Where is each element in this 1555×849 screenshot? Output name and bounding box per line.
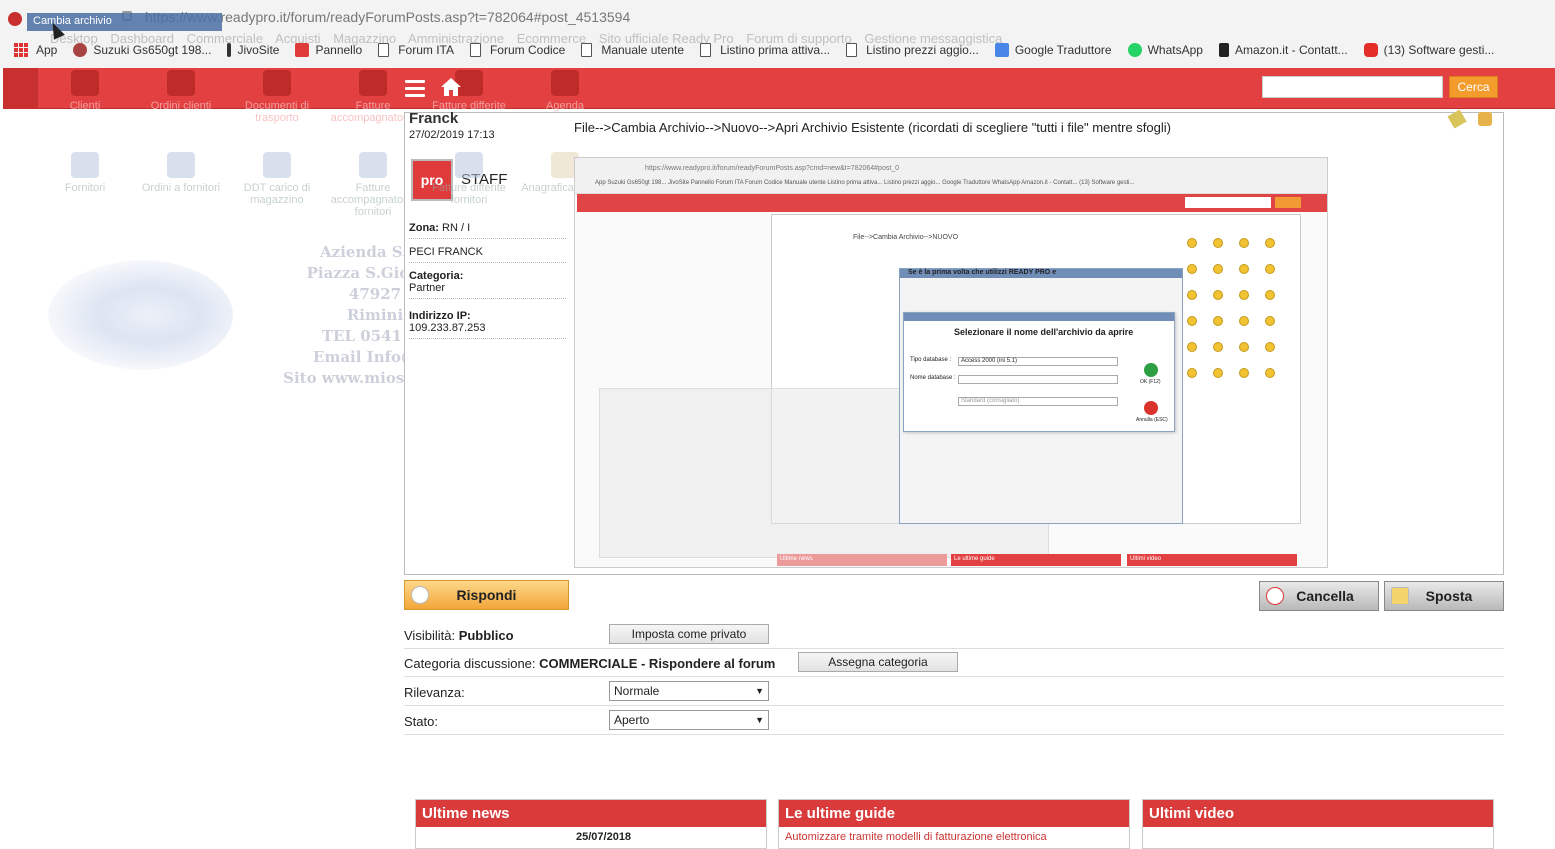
shot-cancel-icon (1144, 401, 1158, 415)
shot-open-archive-dialog: Se è la prima volta che utilizzi READY P… (903, 269, 1175, 432)
delete-icon (1266, 587, 1284, 605)
bookmark-google-traduttore[interactable]: Google Traduttore (994, 43, 1112, 57)
bookmark-jivosite[interactable]: JivoSite (227, 43, 279, 57)
reply-icon (411, 586, 429, 604)
post-author[interactable]: Franck (409, 110, 458, 127)
shot-url: https://www.readypro.it/forum/readyForum… (645, 165, 900, 172)
bookmark-label: Listino prima attiva... (720, 43, 831, 57)
bookmark-label: JivoSite (237, 43, 280, 57)
bookmark-listino-prezzi[interactable]: Listino prezzi aggio... (846, 43, 979, 57)
eye-watermark-image (48, 260, 233, 370)
bookmarks-bar: App Suzuki Gs650gt 198... JivoSite Panne… (14, 41, 1510, 59)
state-select[interactable]: Aperto ▼ (609, 710, 769, 730)
bookmark-label: Google Traduttore (1014, 43, 1112, 57)
bookmark-listino-prima[interactable]: Listino prima attiva... (700, 43, 830, 57)
bookmark-youtube[interactable]: (13) Software gesti... (1363, 43, 1495, 57)
bookmark-label: WhatsApp (1147, 43, 1203, 57)
shot-ok-icon (1144, 363, 1158, 377)
latest-news-box: Ultime news 25/07/2018 (415, 799, 767, 849)
ghost-icon-ordini-clienti: Ordini clienti (133, 70, 229, 112)
author-category: Categoria: Partner (409, 270, 566, 299)
ghost-icon-agenda: Agenda (517, 70, 613, 112)
bookmark-label: Forum Codice (489, 43, 566, 57)
shot-bookmarks: App Suzuki Gs650gt 198... JivoSite Panne… (595, 180, 1135, 186)
bookmark-label: Manuale utente (601, 43, 685, 57)
doc-icon (469, 43, 481, 57)
shot-emoticons (1185, 236, 1293, 386)
bookmark-pannello[interactable]: Pannello (295, 43, 362, 57)
relevance-row: Rilevanza: Normale ▼ (404, 677, 1504, 706)
ghost-icon-fatture-differite: Fatture differite (421, 70, 517, 112)
google-translate-icon (994, 43, 1009, 57)
delete-button[interactable]: Cancella (1259, 581, 1379, 611)
home-icon[interactable] (440, 76, 462, 98)
delete-post-icon[interactable] (1478, 112, 1492, 126)
category-row: Categoria discussione: COMMERCIALE - Ris… (404, 648, 1504, 677)
bookmark-label: Pannello (315, 43, 363, 57)
ghost-icon-fatture-differite-fornitori: Fatture differite fornitori (421, 152, 517, 206)
whatsapp-icon (1127, 43, 1142, 57)
relevance-select[interactable]: Normale ▼ (609, 681, 769, 701)
suzuki-icon (73, 43, 88, 57)
visibility-row: Visibilità: Pubblico Imposta come privat… (404, 620, 1504, 649)
doc-icon (378, 43, 390, 57)
search-input[interactable] (1262, 76, 1443, 98)
doc-icon (581, 43, 593, 57)
back-icon[interactable] (8, 12, 22, 26)
youtube-icon (1363, 43, 1378, 57)
bookmark-amazon[interactable]: Amazon.it - Contatt... (1218, 43, 1348, 57)
author-ip: Indirizzo IP: 109.233.87.253 (409, 310, 566, 339)
ghost-icon-ddt-carico: DDT carico di magazzino (229, 152, 325, 206)
bookmark-label: Amazon.it - Contatt... (1234, 43, 1348, 57)
post-message: File-->Cambia Archivio-->Nuovo-->Apri Ar… (574, 120, 1171, 135)
bookmark-suzuki[interactable]: Suzuki Gs650gt 198... (73, 43, 211, 57)
bookmark-label: Forum ITA (398, 43, 454, 57)
assign-category-button[interactable]: Assegna categoria (798, 652, 958, 672)
bookmark-forum-ita[interactable]: Forum ITA (378, 43, 454, 57)
bookmark-label: Listino prezzi aggio... (866, 43, 979, 57)
doc-icon (846, 43, 858, 57)
latest-guides-box: Le ultime guide Automizzare tramite mode… (778, 799, 1130, 849)
bookmark-label: (13) Software gesti... (1383, 43, 1495, 57)
guide-link[interactable]: Automizzare tramite modelli di fatturazi… (779, 827, 1129, 847)
move-icon (1391, 587, 1409, 605)
author-zone: Zona: RN / I (409, 222, 566, 239)
embedded-screenshot: https://www.readypro.it/forum/readyForum… (574, 157, 1328, 568)
jivosite-icon (227, 43, 232, 57)
ghost-icon-documenti-trasporto: Documenti di trasporto (229, 70, 325, 124)
doc-icon (700, 43, 712, 57)
pro-icon (295, 43, 310, 57)
set-private-button[interactable]: Imposta come privato (609, 624, 769, 644)
reply-button[interactable]: Rispondi (404, 580, 569, 610)
move-button[interactable]: Sposta (1384, 581, 1504, 611)
bookmark-whatsapp[interactable]: WhatsApp (1127, 43, 1203, 57)
post-date: 27/02/2019 17:13 (409, 129, 495, 141)
bookmark-label: App (36, 43, 58, 57)
amazon-icon (1218, 43, 1229, 57)
search-button[interactable]: Cerca (1449, 76, 1498, 98)
hamburger-menu-icon[interactable] (405, 80, 425, 101)
ghost-icon-ordini-fornitori: Ordini a fornitori (133, 152, 229, 194)
ghost-icon-fornitori: Fornitori (37, 152, 133, 194)
latest-videos-box: Ultimi video (1142, 799, 1494, 849)
shot-editor-text: File-->Cambia Archivio-->NUOVO (853, 234, 959, 241)
state-row: Stato: Aperto ▼ (404, 706, 1504, 735)
bookmark-label: Suzuki Gs650gt 198... (93, 43, 212, 57)
bookmark-app[interactable]: App (14, 43, 57, 57)
apps-grid-icon (14, 43, 28, 57)
bookmark-forum-codice[interactable]: Forum Codice (469, 43, 566, 57)
ghost-icon-clienti: Clienti (37, 70, 133, 112)
author-name: PECI FRANCK (409, 246, 566, 263)
bookmark-manuale-utente[interactable]: Manuale utente (581, 43, 684, 57)
